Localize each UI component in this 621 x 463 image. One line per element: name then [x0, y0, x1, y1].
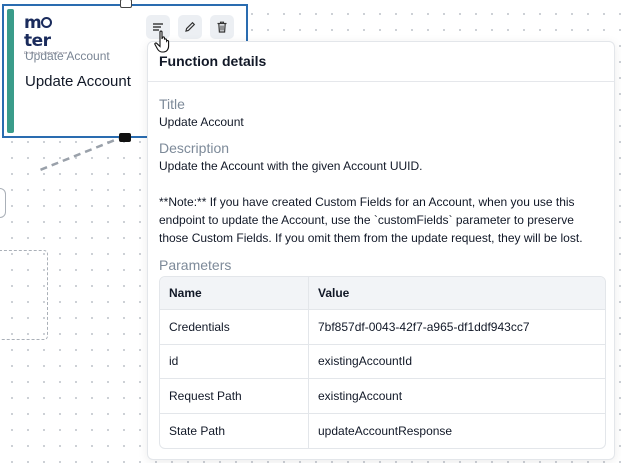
node-title: Update Account [25, 73, 131, 90]
popover-title: Function details [148, 42, 614, 82]
table-header-row: Name Value [160, 277, 605, 310]
parameters-label: Parameters [159, 257, 232, 273]
title-label: Title [159, 96, 185, 112]
param-value: existingAccount [309, 379, 605, 414]
table-row: id existingAccountId [160, 344, 605, 379]
hand-pointer-cursor [154, 30, 170, 53]
parameters-table: Name Value Credentials 7bf857df-0043-42f… [159, 276, 606, 449]
node-accent-bar [7, 9, 14, 133]
description-line: Update the Account with the given Accoun… [159, 159, 423, 173]
placeholder-node[interactable] [0, 250, 48, 340]
table-row: State Path updateAccountResponse [160, 413, 605, 448]
node-subtitle: Update Account [25, 49, 110, 63]
output-handle[interactable] [119, 133, 131, 142]
input-handle[interactable] [120, 0, 132, 8]
column-header-value: Value [309, 277, 605, 310]
column-header-name: Name [160, 277, 309, 310]
description-text: Update the Account with the given Accoun… [159, 157, 603, 247]
table-row: Request Path existingAccount [160, 379, 605, 414]
moter-logo: mter Driven by Sales Force [24, 13, 68, 55]
param-name: State Path [160, 413, 309, 448]
pencil-icon [185, 21, 196, 32]
partial-node[interactable] [0, 188, 6, 218]
trash-icon [217, 21, 227, 33]
flow-canvas[interactable]: mter Driven by Sales Force Update Accoun… [0, 0, 621, 463]
param-value: existingAccountId [309, 345, 605, 379]
param-name: Request Path [160, 379, 309, 414]
description-note: **Note:** If you have created Custom Fie… [159, 195, 583, 245]
function-details-popover: Function details Title Update Account De… [147, 41, 615, 460]
param-value: updateAccountResponse [318, 423, 453, 438]
delete-button[interactable] [210, 15, 234, 39]
description-label: Description [159, 140, 230, 156]
param-name: Credentials [160, 310, 309, 345]
title-value: Update Account [159, 115, 244, 129]
param-name: id [160, 344, 309, 379]
table-row: Credentials 7bf857df-0043-42f7-a965-df1d… [160, 310, 605, 345]
edit-button[interactable] [178, 15, 202, 39]
param-value: 7bf857df-0043-42f7-a965-df1ddf943cc7 [309, 310, 605, 345]
